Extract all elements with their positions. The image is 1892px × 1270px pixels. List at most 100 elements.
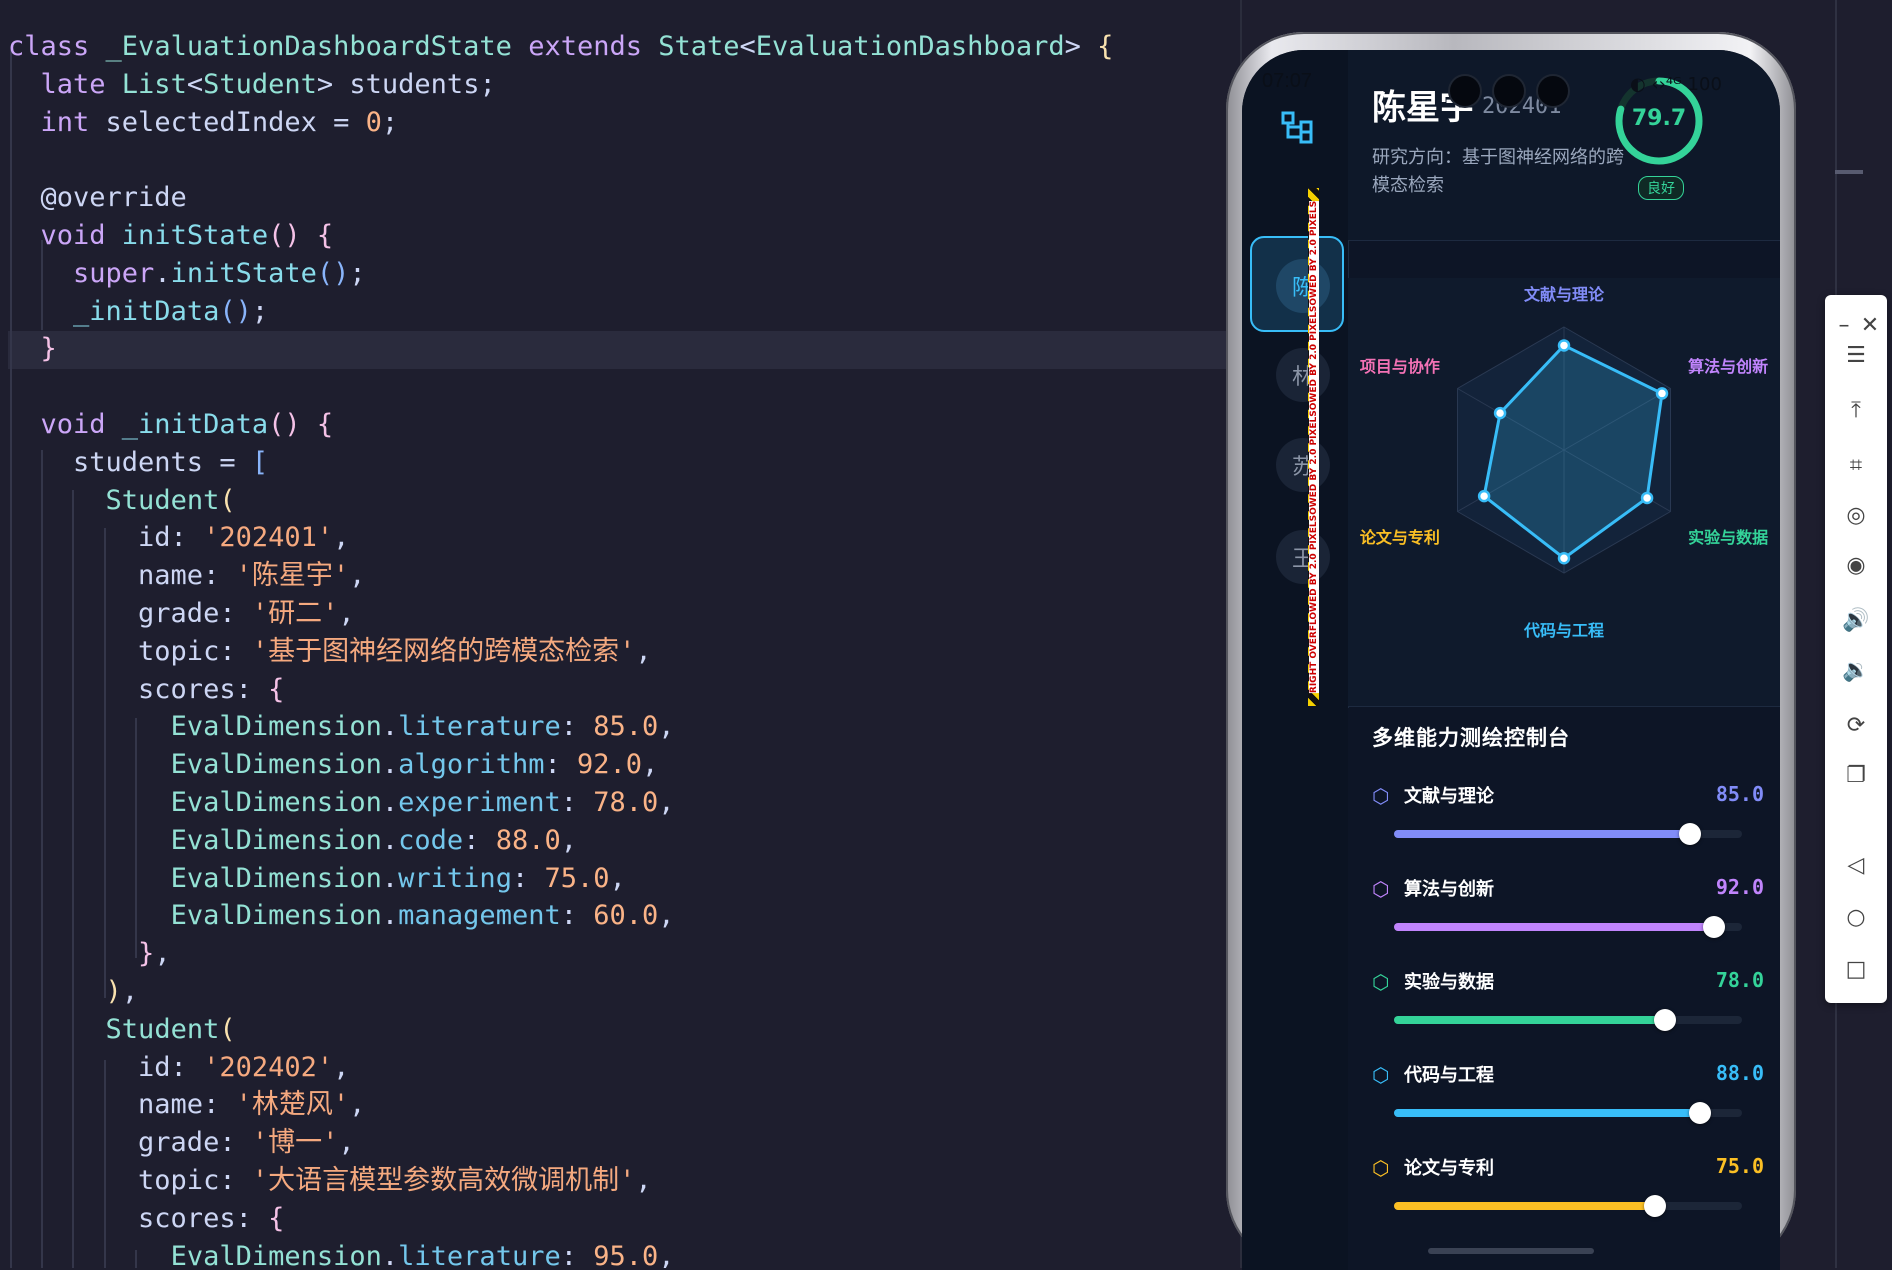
screenshot-icon[interactable]: ◉ (1825, 545, 1887, 585)
code-token: initState (170, 257, 317, 289)
code-line[interactable]: EvalDimension.code: 88.0, (8, 822, 577, 860)
home-icon[interactable]: ○ (1825, 897, 1887, 937)
recents-icon[interactable]: □ (1825, 949, 1887, 989)
menu-icon[interactable]: ☰ (1825, 335, 1887, 375)
phone-screen[interactable]: 07:07 陈 林 苏 王 RIGHT OVERFLOWED BY 2.0 PI… (1242, 50, 1780, 1270)
slider-fill (1394, 1109, 1701, 1117)
pin-top-icon[interactable]: ⤒ (1825, 390, 1887, 430)
volume-up-icon[interactable]: 🔊 (1825, 600, 1887, 640)
code-line[interactable]: grade: '博一', (8, 1124, 355, 1162)
slider-thumb[interactable] (1644, 1195, 1666, 1217)
code-editor[interactable]: class _EvaluationDashboardState extends … (0, 0, 1240, 1268)
code-line[interactable]: EvalDimension.algorithm: 92.0, (8, 746, 659, 784)
dimension-slider[interactable] (1394, 823, 1742, 845)
code-line[interactable]: id: '202402', (8, 1049, 349, 1087)
code-line[interactable]: Student( (8, 1011, 236, 1049)
crop-icon[interactable]: ⌗ (1825, 445, 1887, 485)
student-avatar-2[interactable]: 苏 (1276, 438, 1330, 492)
radar-axis-label: 论文与专利 (1359, 527, 1440, 547)
code-token: () (219, 295, 252, 327)
grade-badge: 良好 (1638, 176, 1684, 200)
shake-icon[interactable]: ⟳ (1825, 705, 1887, 745)
code-token: id: (8, 1051, 204, 1083)
current-line-highlight (8, 331, 1228, 369)
code-token: List (121, 68, 187, 100)
code-token: EvalDimension (170, 749, 382, 781)
code-token: grade: (8, 598, 252, 629)
code-line[interactable]: EvalDimension.experiment: 78.0, (8, 784, 675, 822)
code-token: 88.0 (495, 824, 561, 856)
code-token: , (121, 976, 139, 1007)
code-line[interactable]: ), (8, 973, 139, 1011)
code-token: '基于图神经网络的跨模态检索' (251, 635, 636, 667)
code-token: algorithm (398, 749, 545, 781)
slider-thumb[interactable] (1654, 1009, 1677, 1031)
slider-thumb[interactable] (1703, 916, 1726, 938)
student-avatar-3[interactable]: 王 (1276, 530, 1330, 584)
code-line[interactable]: topic: '基于图神经网络的跨模态检索', (8, 633, 652, 671)
code-line[interactable]: Student( (8, 482, 236, 520)
dimension-slider[interactable] (1394, 1102, 1742, 1124)
code-token: void (40, 220, 122, 251)
code-line[interactable]: name: '林楚风', (8, 1086, 365, 1124)
code-line[interactable]: int selectedIndex = 0; (8, 104, 399, 142)
code-token: , (658, 900, 675, 932)
code-line[interactable]: scores: { (8, 671, 284, 709)
code-line[interactable]: EvalDimension.management: 60.0, (8, 897, 675, 935)
code-line[interactable]: _initData(); (8, 293, 268, 331)
code-line[interactable]: name: '陈星宇', (8, 557, 365, 595)
code-line[interactable]: void initState() { (8, 217, 334, 255)
student-avatar-0[interactable]: 陈 (1276, 259, 1330, 313)
slider-fill (1394, 923, 1715, 931)
code-token: > students; (316, 68, 496, 100)
code-line[interactable]: scores: { (8, 1200, 284, 1238)
code-line[interactable]: grade: '研二', (8, 595, 355, 633)
dimension-slider[interactable] (1394, 1195, 1742, 1217)
code-token: selectedIndex = (105, 106, 366, 138)
code-line[interactable]: super.initState(); (8, 255, 366, 293)
code-token: . (381, 824, 399, 856)
dimension-slider[interactable] (1394, 1009, 1742, 1031)
slider-thumb[interactable] (1689, 1102, 1712, 1124)
camera-cutout (1448, 74, 1570, 108)
code-line[interactable]: void _initData() { (8, 406, 334, 444)
code-line[interactable]: students = [ (8, 444, 268, 482)
dimension-slider[interactable] (1394, 916, 1742, 938)
code-line[interactable]: id: '202401', (8, 519, 349, 557)
home-indicator[interactable] (1428, 1248, 1594, 1254)
rotate-icon[interactable]: ◎ (1825, 495, 1887, 535)
code-line[interactable]: EvalDimension.literature: 85.0, (8, 708, 675, 746)
phone-emulator: 07:07 陈 林 苏 王 RIGHT OVERFLOWED BY 2.0 PI… (1226, 32, 1796, 1270)
volume-down-icon[interactable]: 🔉 (1825, 650, 1887, 690)
code-token: , (349, 560, 366, 592)
hierarchy-icon (1280, 110, 1314, 144)
code-line[interactable]: late List<Student> students; (8, 66, 496, 104)
code-line[interactable]: }, (8, 935, 171, 973)
code-token: late (40, 68, 122, 100)
code-token: 92.0 (576, 749, 643, 781)
code-token: State (658, 31, 740, 62)
student-avatar-1[interactable]: 林 (1276, 348, 1330, 402)
code-line[interactable]: class _EvaluationDashboardState extends … (8, 28, 1113, 66)
code-token: void (40, 409, 122, 440)
code-line[interactable]: EvalDimension.literature: 95.0, (8, 1238, 675, 1268)
code-line[interactable]: topic: '大语言模型参数高效微调机制', (8, 1162, 652, 1200)
back-icon[interactable]: ◁ (1825, 845, 1887, 885)
radar-axis-label: 算法与创新 (1688, 356, 1769, 376)
multi-window-icon[interactable]: ❐ (1825, 755, 1887, 795)
code-token: , (658, 711, 675, 743)
radar-axis-label: 文献与理论 (1524, 285, 1605, 304)
slider-fill (1394, 1016, 1666, 1024)
slider-thumb[interactable] (1678, 823, 1701, 845)
code-line[interactable]: EvalDimension.writing: 75.0, (8, 860, 626, 898)
code-line[interactable]: @override (8, 179, 187, 217)
code-line[interactable]: } (8, 330, 57, 368)
code-token: , (658, 1240, 675, 1268)
scrollbar-thumb[interactable] (1835, 170, 1863, 174)
hexagon-icon: ⬡ (1372, 970, 1390, 994)
code-token: Student (203, 68, 317, 100)
